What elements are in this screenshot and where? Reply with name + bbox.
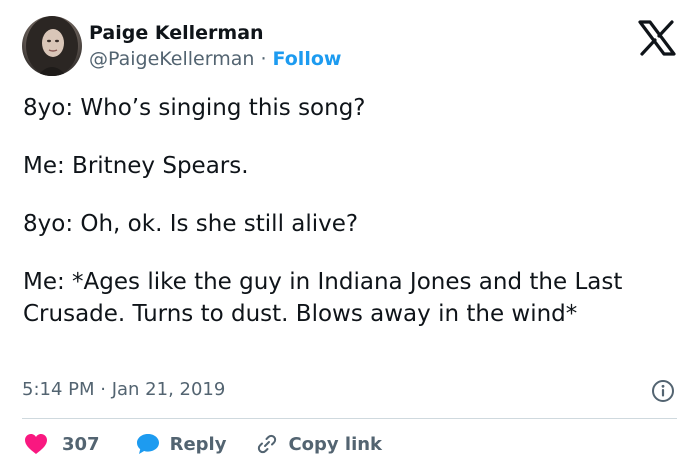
action-bar: 307 Reply Copy link [24,430,382,458]
divider [22,418,677,419]
tweet-paragraph: Me: *Ages like the guy in Indiana Jones … [23,269,623,327]
follow-button[interactable]: Follow [273,48,342,70]
tweet-card: Paige Kellerman @PaigeKellerman · Follow… [0,0,700,471]
x-logo-icon[interactable] [637,20,677,56]
separator-dot: · [260,48,267,70]
tweet-timestamp[interactable]: 5:14 PM · Jan 21, 2019 [22,378,225,402]
heart-icon [25,434,47,454]
reply-button[interactable]: Reply [136,433,227,455]
copy-link-label: Copy link [288,433,383,455]
copy-link-button[interactable]: Copy link [256,433,382,455]
tweet-paragraph: 8yo: Oh, ok. Is she still alive? [23,211,359,237]
like-count: 307 [62,433,100,455]
author-handle-row: @PaigeKellerman · Follow [89,47,341,71]
author-name[interactable]: Paige Kellerman [89,21,264,45]
author-handle[interactable]: @PaigeKellerman [89,48,254,70]
tweet-paragraph: Me: Britney Spears. [23,153,249,179]
tweet-paragraph: 8yo: Who’s singing this song? [23,95,366,121]
speech-bubble-icon [136,434,159,454]
info-icon[interactable] [651,379,675,403]
avatar[interactable] [22,16,82,76]
link-icon [258,434,277,454]
tweet-text: 8yo: Who’s singing this song? Me: Britne… [23,92,673,330]
reply-label: Reply [169,433,227,455]
avatar-photo [26,16,78,76]
like-button[interactable]: 307 [24,433,100,455]
